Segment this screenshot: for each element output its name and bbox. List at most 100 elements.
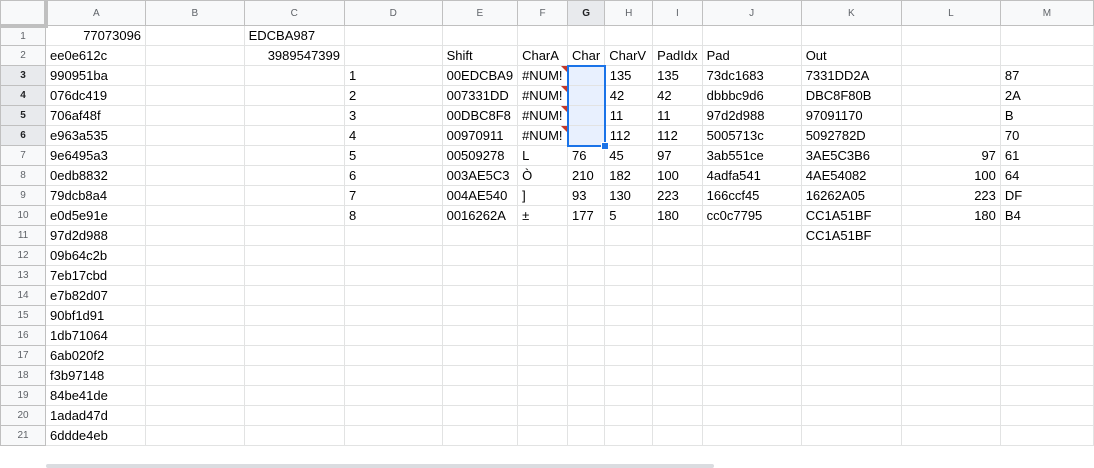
cell-d7[interactable]: 5 — [344, 145, 443, 166]
cell-c1[interactable]: EDCBA987 — [243, 25, 346, 46]
cell-i2[interactable]: PadIdx — [652, 45, 703, 66]
cell-j5[interactable]: 97d2d988 — [701, 105, 802, 126]
cell-b15[interactable] — [145, 305, 245, 326]
cell-f16[interactable] — [517, 325, 569, 346]
cell-h1[interactable] — [604, 25, 654, 46]
cell-m14[interactable] — [999, 285, 1094, 306]
cell-a19[interactable]: 84be41de — [45, 385, 147, 406]
cell-c19[interactable] — [243, 385, 346, 406]
cell-e1[interactable] — [441, 25, 519, 46]
cell-d4[interactable]: 2 — [344, 85, 443, 106]
cell-e20[interactable] — [441, 405, 519, 426]
cell-f8[interactable]: Ò — [517, 165, 569, 186]
cell-b19[interactable] — [145, 385, 245, 406]
column-header-f[interactable]: F — [517, 0, 569, 26]
cell-j1[interactable] — [701, 25, 802, 46]
column-header-j[interactable]: J — [701, 0, 802, 26]
cell-e6[interactable]: 00970911 — [441, 125, 519, 146]
cell-g19[interactable] — [567, 385, 606, 406]
cell-j21[interactable] — [701, 425, 802, 446]
cell-d2[interactable] — [344, 45, 443, 66]
cell-b20[interactable] — [145, 405, 245, 426]
cell-k14[interactable] — [800, 285, 902, 306]
column-header-i[interactable]: I — [652, 0, 703, 26]
cell-e5[interactable]: 00DBC8F8 — [441, 105, 519, 126]
cell-j3[interactable]: 73dc1683 — [701, 65, 802, 86]
cell-f20[interactable] — [517, 405, 569, 426]
cell-f13[interactable] — [517, 265, 569, 286]
cell-a18[interactable]: f3b97148 — [45, 365, 147, 386]
select-all-corner[interactable] — [0, 0, 48, 28]
row-header[interactable]: 2 — [0, 45, 47, 66]
cell-d18[interactable] — [344, 365, 443, 386]
cell-a3[interactable]: 990951ba — [45, 65, 147, 86]
cell-f9[interactable]: ] — [517, 185, 569, 206]
cell-a17[interactable]: 6ab020f2 — [45, 345, 147, 366]
cell-h13[interactable] — [604, 265, 654, 286]
cell-e19[interactable] — [441, 385, 519, 406]
cell-b11[interactable] — [145, 225, 245, 246]
cell-d21[interactable] — [344, 425, 443, 446]
cell-k2[interactable]: Out — [800, 45, 902, 66]
cell-m8[interactable]: 64 — [999, 165, 1094, 186]
cell-j16[interactable] — [701, 325, 802, 346]
cell-j17[interactable] — [701, 345, 802, 366]
cell-j11[interactable] — [701, 225, 802, 246]
cell-e8[interactable]: 003AE5C3 — [441, 165, 519, 186]
cell-d16[interactable] — [344, 325, 443, 346]
cell-j2[interactable]: Pad — [701, 45, 802, 66]
row-header[interactable]: 15 — [0, 305, 47, 326]
row-header[interactable]: 7 — [0, 145, 47, 166]
cell-b21[interactable] — [145, 425, 245, 446]
cell-i4[interactable]: 42 — [652, 85, 703, 106]
cell-d8[interactable]: 6 — [344, 165, 443, 186]
cell-g9[interactable]: 93 — [567, 185, 606, 206]
row-header[interactable]: 20 — [0, 405, 47, 426]
cell-m18[interactable] — [999, 365, 1094, 386]
cell-m9[interactable]: DF — [999, 185, 1094, 206]
cell-b5[interactable] — [145, 105, 245, 126]
cell-i3[interactable]: 135 — [652, 65, 703, 86]
cell-i21[interactable] — [652, 425, 703, 446]
cell-g15[interactable] — [567, 305, 606, 326]
cell-d10[interactable]: 8 — [344, 205, 443, 226]
cell-i13[interactable] — [652, 265, 703, 286]
row-header[interactable]: 10 — [0, 205, 47, 226]
cell-i1[interactable] — [652, 25, 703, 46]
cell-b10[interactable] — [145, 205, 245, 226]
row-header[interactable]: 1 — [0, 25, 47, 46]
cell-j14[interactable] — [701, 285, 802, 306]
cell-j6[interactable]: 5005713c — [701, 125, 802, 146]
cell-k4[interactable]: DBC8F80B — [800, 85, 902, 106]
cell-c8[interactable] — [243, 165, 346, 186]
cell-g14[interactable] — [567, 285, 606, 306]
row-header[interactable]: 19 — [0, 385, 47, 406]
row-header[interactable]: 21 — [0, 425, 47, 446]
cell-d15[interactable] — [344, 305, 443, 326]
cell-f5[interactable]: #NUM! — [517, 105, 569, 126]
cell-a20[interactable]: 1adad47d — [45, 405, 147, 426]
cell-c16[interactable] — [243, 325, 346, 346]
column-header-c[interactable]: C — [243, 0, 346, 26]
cell-g17[interactable] — [567, 345, 606, 366]
cell-c5[interactable] — [243, 105, 346, 126]
cell-f14[interactable] — [517, 285, 569, 306]
cell-a9[interactable]: 79dcb8a4 — [45, 185, 147, 206]
cell-a16[interactable]: 1db71064 — [45, 325, 147, 346]
cell-c14[interactable] — [243, 285, 346, 306]
cell-f21[interactable] — [517, 425, 569, 446]
cell-h7[interactable]: 45 — [604, 145, 654, 166]
cell-h19[interactable] — [604, 385, 654, 406]
cell-e10[interactable]: 0016262A — [441, 205, 519, 226]
cell-i15[interactable] — [652, 305, 703, 326]
cell-g1[interactable] — [567, 25, 606, 46]
cell-g21[interactable] — [567, 425, 606, 446]
cell-e16[interactable] — [441, 325, 519, 346]
cell-b8[interactable] — [145, 165, 245, 186]
cell-j12[interactable] — [701, 245, 802, 266]
column-header-l[interactable]: L — [900, 0, 1001, 26]
cell-d9[interactable]: 7 — [344, 185, 443, 206]
cell-g18[interactable] — [567, 365, 606, 386]
cell-k12[interactable] — [800, 245, 902, 266]
row-header[interactable]: 5 — [0, 105, 47, 126]
